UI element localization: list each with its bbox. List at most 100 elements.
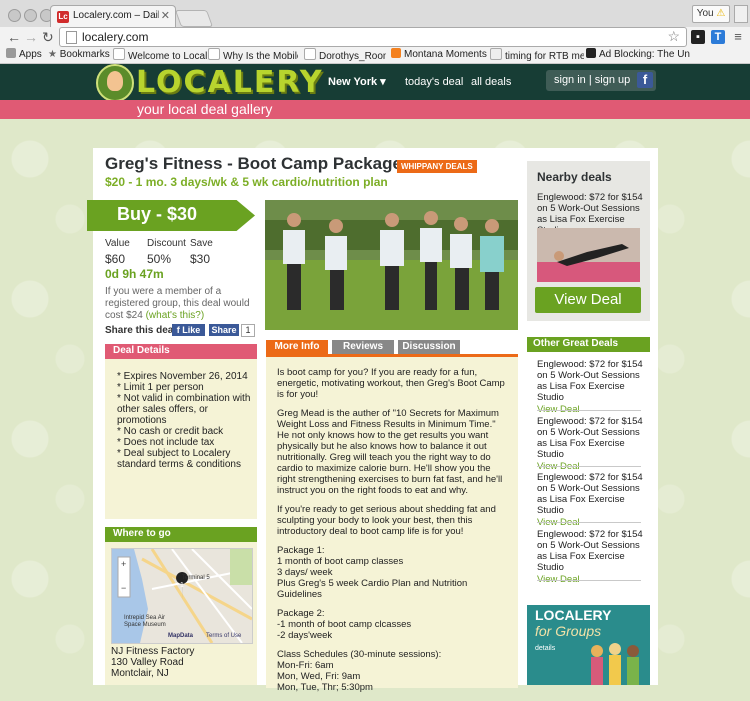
other-deal-text[interactable]: Englewood: $72 for $154 on 5 Work-Out Se…	[537, 529, 643, 573]
member-price: $24	[126, 310, 143, 321]
back-arrow-icon[interactable]: ←	[7, 28, 21, 46]
map-data-label: MapData	[168, 633, 194, 639]
package-line: Package 1:	[277, 545, 325, 556]
nav-todays-deal[interactable]: today's deal	[405, 76, 463, 88]
minimize-window-icon[interactable]	[24, 9, 37, 22]
bookmark-dorothys[interactable]: Dorothys_Rooms	[304, 48, 386, 64]
other-deal-item: Englewood: $72 for $154 on 5 Work-Out Se…	[537, 529, 645, 585]
package-line: Package 2:	[277, 608, 325, 619]
deal-details-list: * Expires November 26, 2014 * Limit 1 pe…	[117, 371, 253, 470]
profile-button[interactable]: You ⚠	[692, 5, 730, 23]
like-label: Like	[182, 325, 201, 335]
bookmark-label: Welcome to Localery	[128, 51, 207, 62]
bookmark-label: Montana Moments: I	[404, 49, 487, 60]
package-1: Package 1: 1 month of boot camp classes …	[277, 545, 509, 600]
bookmark-star-icon[interactable]: ☆	[667, 28, 680, 45]
reload-icon[interactable]: ↻	[42, 28, 54, 46]
signin-signup-button[interactable]: sign in | sign up f	[546, 70, 656, 91]
deal-title: Greg's Fitness - Boot Camp Packages	[105, 154, 412, 173]
star-icon: ★	[48, 49, 60, 60]
deal-location-badge[interactable]: WHIPPANY DEALS	[397, 160, 477, 173]
other-deal-text[interactable]: Englewood: $72 for $154 on 5 Work-Out Se…	[537, 472, 643, 516]
info-paragraph: If you're ready to get serious about she…	[277, 504, 496, 537]
groups-details-link[interactable]: details	[535, 645, 555, 652]
bookmark-label: Why Is the Mobile A	[223, 51, 298, 62]
fullscreen-button[interactable]	[734, 5, 748, 23]
bookmark-label: Bookmarks	[59, 49, 110, 60]
other-deal-item: Englewood: $72 for $154 on 5 Work-Out Se…	[537, 416, 645, 472]
other-deal-item: Englewood: $72 for $154 on 5 Work-Out Se…	[537, 359, 645, 415]
schedule-line: Mon, Tue, Thr; 5:30pm	[277, 682, 373, 693]
facebook-share-button[interactable]: Share	[209, 324, 239, 336]
tab-reviews[interactable]: Reviews	[332, 340, 394, 354]
bookmark-montana[interactable]: Montana Moments: I	[391, 48, 487, 62]
package-2: Package 2: -1 month of boot camp clcasse…	[277, 608, 509, 641]
other-deal-text[interactable]: Englewood: $72 for $154 on 5 Work-Out Se…	[537, 359, 643, 403]
bookmark-label: Ad Blocking: The Un	[599, 49, 690, 60]
new-tab-button[interactable]	[174, 10, 214, 27]
site-logo[interactable]: LOCALERY	[136, 68, 324, 98]
localery-favicon-icon: Lc	[57, 11, 69, 23]
business-name: NJ Fitness Factory	[111, 646, 195, 657]
bookmark-bookmarks[interactable]: ★ Bookmarks	[48, 48, 118, 62]
list-item: * No cash or credit back	[117, 426, 224, 437]
extension-t-icon[interactable]: T	[711, 30, 725, 44]
terms-of-use-link[interactable]: Terms of Use	[206, 633, 241, 639]
bookmark-rtb[interactable]: timing for RTB media	[490, 48, 584, 64]
svg-text:−: −	[121, 583, 126, 593]
city-selector[interactable]: New York ▾	[328, 75, 386, 88]
facebook-icon[interactable]: f	[637, 72, 653, 88]
whats-this-link[interactable]: (what's this?)	[146, 310, 205, 321]
schedule-line: Mon, Wed, Fri: 9am	[277, 671, 361, 682]
deal-details-box: * Expires November 26, 2014 * Limit 1 pe…	[105, 359, 257, 519]
signin-label: sign in | sign up	[554, 74, 631, 86]
location-map[interactable]: + − 1 Terminal 5 Intrepid Sea Air Space …	[111, 548, 253, 644]
address-bar[interactable]: localery.com ☆	[59, 27, 687, 47]
bookmarks-bar: Apps ★ Bookmarks Welcome to Localery Why…	[0, 47, 750, 64]
menu-icon[interactable]: ≡	[731, 30, 745, 44]
nearby-deals-heading: Nearby deals	[537, 170, 612, 184]
close-window-icon[interactable]	[8, 9, 21, 22]
share-label: Share this deal:	[105, 325, 180, 336]
bookmark-adblocking[interactable]: Ad Blocking: The Un	[586, 48, 746, 62]
other-deal-item: Englewood: $72 for $154 on 5 Work-Out Se…	[537, 472, 645, 528]
map-pin-number: 1	[180, 582, 184, 589]
tab-discussion[interactable]: Discussion	[398, 340, 460, 354]
map-label: Intrepid Sea Air Space Museum	[124, 615, 166, 628]
nearby-deal-image[interactable]	[537, 228, 640, 282]
city-address: Montclair, NJ	[111, 668, 169, 679]
bookmark-mobile[interactable]: Why Is the Mobile A	[208, 48, 298, 64]
package-line: -2 days'week	[277, 630, 333, 641]
other-deal-text[interactable]: Englewood: $72 for $154 on 5 Work-Out Se…	[537, 416, 643, 460]
member-price-note: If you were a member of a registered gro…	[105, 286, 255, 322]
bookmark-welcome[interactable]: Welcome to Localery	[113, 48, 207, 64]
buy-button[interactable]: Buy - $30	[87, 200, 255, 231]
localery-mascot-icon[interactable]	[96, 64, 134, 102]
deal-photo	[265, 200, 518, 330]
extension-icon[interactable]: ▪	[691, 30, 705, 44]
save-label: Save	[190, 238, 213, 249]
nav-all-deals[interactable]: all deals	[471, 76, 511, 88]
page-icon	[113, 48, 125, 60]
forward-arrow-icon[interactable]: →	[24, 28, 38, 46]
close-tab-icon[interactable]: ✕	[161, 9, 170, 22]
bookmark-label: Dorothys_Rooms	[319, 51, 386, 62]
tab-more-info[interactable]: More Info	[266, 340, 328, 354]
where-to-go-heading: Where to go	[113, 528, 171, 539]
view-deal-button[interactable]: View Deal	[535, 287, 641, 313]
browser-tab[interactable]: Lc Localery.com – Daily Deals ✕	[50, 5, 176, 28]
bookmark-label: Apps	[19, 49, 42, 60]
page-icon	[490, 48, 502, 60]
info-paragraph: Is boot camp for you? If you are ready f…	[277, 367, 505, 400]
localery-for-groups-ad[interactable]: LOCALERY for Groups details	[527, 605, 650, 685]
svg-text:+: +	[121, 559, 126, 569]
where-to-go-header: Where to go	[105, 527, 257, 542]
business-address: NJ Fitness Factory 130 Valley Road Montc…	[111, 646, 194, 679]
facebook-like-button[interactable]: f Like	[172, 324, 205, 336]
schedule-line: Class Schedules (30-minute sessions):	[277, 649, 442, 660]
bookmark-apps[interactable]: Apps	[6, 48, 46, 62]
deal-details-header: Deal Details	[105, 344, 257, 359]
schedule-line: Mon-Fri: 6am	[277, 660, 334, 671]
buy-label: Buy - $30	[117, 204, 198, 224]
where-to-go-box: + − 1 Terminal 5 Intrepid Sea Air Space …	[105, 542, 257, 685]
